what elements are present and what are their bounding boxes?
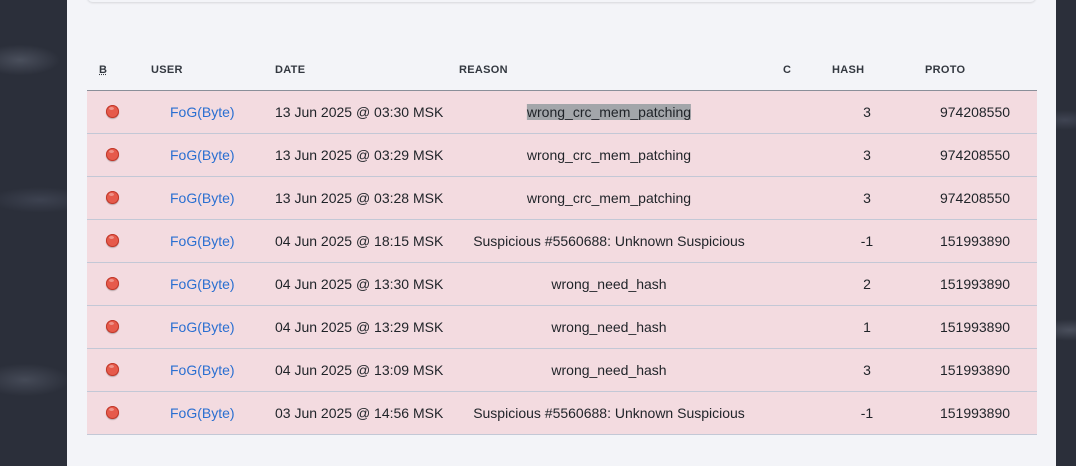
proto-cell: 151993890: [939, 233, 1011, 249]
table-row: FoG(Byte) 04 Jun 2025 @ 18:15 MSK Suspicio…: [87, 220, 1037, 263]
reason-cell: wrong_crc_mem_patching: [526, 104, 692, 120]
reason-cell: Suspicious #5560688: Unknown Suspicious: [473, 405, 745, 421]
user-link[interactable]: FoG(Byte): [170, 362, 235, 378]
status-dot-icon: [106, 277, 119, 290]
hash-cell: 3: [863, 190, 871, 206]
status-dot-icon: [106, 363, 119, 376]
user-link[interactable]: FoG(Byte): [170, 276, 235, 292]
table-header: B USER DATE REASON C HASH PROTO: [87, 50, 1037, 91]
status-dot-icon: [106, 406, 119, 419]
table-row: FoG(Byte) 04 Jun 2025 @ 13:09 MSK wrong_ne…: [87, 349, 1037, 392]
date-cell: 04 Jun 2025 @ 18:15 MSK: [275, 233, 444, 249]
date-cell: 04 Jun 2025 @ 13:09 MSK: [275, 362, 444, 378]
status-dot-icon: [106, 148, 119, 161]
status-dot-icon: [106, 191, 119, 204]
status-dot-icon: [106, 234, 119, 247]
column-header-date[interactable]: DATE: [275, 64, 305, 76]
user-link[interactable]: FoG(Byte): [170, 319, 235, 335]
table-row: FoG(Byte) 04 Jun 2025 @ 13:29 MSK wrong_ne…: [87, 306, 1037, 349]
reason-cell: wrong_need_hash: [551, 319, 667, 335]
user-link[interactable]: FoG(Byte): [170, 190, 235, 206]
date-cell: 04 Jun 2025 @ 13:30 MSK: [275, 276, 444, 292]
table-row: FoG(Byte) 13 Jun 2025 @ 03:28 MSK wrong_cr…: [87, 177, 1037, 220]
user-link[interactable]: FoG(Byte): [170, 104, 235, 120]
bans-table: B USER DATE REASON C HASH PROTO FoG(Byte…: [87, 50, 1037, 435]
main-panel: B USER DATE REASON C HASH PROTO FoG(Byte…: [67, 0, 1056, 466]
proto-cell: 974208550: [939, 104, 1011, 120]
proto-cell: 974208550: [939, 190, 1011, 206]
reason-cell: wrong_crc_mem_patching: [526, 190, 692, 206]
column-header-c[interactable]: C: [783, 64, 791, 76]
column-header-hash[interactable]: HASH: [832, 64, 864, 76]
table-row: FoG(Byte) 04 Jun 2025 @ 13:30 MSK wrong_ne…: [87, 263, 1037, 306]
hash-cell: 3: [863, 104, 871, 120]
table-row: FoG(Byte) 03 Jun 2025 @ 14:56 MSK Suspicio…: [87, 392, 1037, 435]
date-cell: 13 Jun 2025 @ 03:30 MSK: [275, 104, 444, 120]
hash-cell: 1: [863, 319, 871, 335]
selected-text: wrong_crc_mem_patching: [526, 104, 692, 120]
column-header-user[interactable]: USER: [151, 64, 183, 76]
status-dot-icon: [106, 320, 119, 333]
proto-cell: 151993890: [939, 319, 1011, 335]
hash-cell: -1: [860, 405, 874, 421]
hash-cell: 3: [863, 147, 871, 163]
column-header-b[interactable]: B: [99, 64, 107, 76]
proto-cell: 151993890: [939, 405, 1011, 421]
table-body: FoG(Byte) 13 Jun 2025 @ 03:30 MSK wrong_cr…: [87, 91, 1037, 435]
date-cell: 04 Jun 2025 @ 13:29 MSK: [275, 319, 444, 335]
reason-cell: wrong_crc_mem_patching: [526, 147, 692, 163]
hash-cell: -1: [860, 233, 874, 249]
hash-cell: 2: [863, 276, 871, 292]
table-row: FoG(Byte) 13 Jun 2025 @ 03:30 MSK wrong_cr…: [87, 91, 1037, 134]
proto-cell: 151993890: [939, 276, 1011, 292]
date-cell: 13 Jun 2025 @ 03:29 MSK: [275, 147, 444, 163]
column-header-reason[interactable]: REASON: [459, 64, 508, 76]
date-cell: 13 Jun 2025 @ 03:28 MSK: [275, 190, 444, 206]
date-cell: 03 Jun 2025 @ 14:56 MSK: [275, 405, 444, 421]
column-header-proto[interactable]: PROTO: [925, 64, 965, 76]
proto-cell: 974208550: [939, 147, 1011, 163]
hash-cell: 3: [863, 362, 871, 378]
proto-cell: 151993890: [939, 362, 1011, 378]
top-card: [87, 0, 1036, 2]
table-row: FoG(Byte) 13 Jun 2025 @ 03:29 MSK wrong_cr…: [87, 134, 1037, 177]
reason-cell: Suspicious #5560688: Unknown Suspicious: [473, 233, 745, 249]
user-link[interactable]: FoG(Byte): [170, 233, 235, 249]
status-dot-icon: [106, 105, 119, 118]
user-link[interactable]: FoG(Byte): [170, 405, 235, 421]
reason-cell: wrong_need_hash: [551, 362, 667, 378]
reason-cell: wrong_need_hash: [551, 276, 667, 292]
user-link[interactable]: FoG(Byte): [170, 147, 235, 163]
